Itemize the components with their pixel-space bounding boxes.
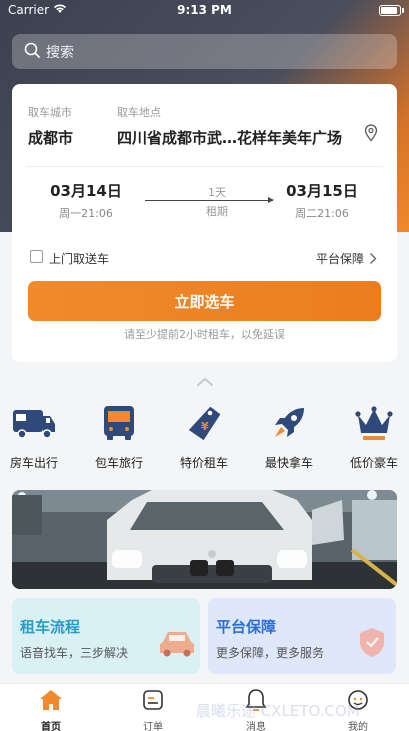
crown-icon — [339, 404, 409, 442]
battery-tip-icon — [402, 8, 404, 13]
door-delivery-checkbox[interactable] — [30, 250, 43, 263]
pickup-time: 周一21:06 — [59, 207, 113, 220]
pickup-city-value[interactable]: 成都市 — [28, 127, 73, 148]
clock: 9:13 PM — [177, 3, 232, 17]
pickup-location-label: 取车地点 — [117, 106, 161, 119]
rv-icon — [0, 404, 69, 442]
location-pin-icon[interactable] — [364, 124, 378, 146]
promo-platform-guarantee[interactable]: 平台保障 更多保障，更多服务 — [208, 598, 396, 674]
platform-guarantee-link[interactable]: 平台保障 — [316, 250, 364, 267]
home-icon — [21, 688, 81, 712]
rental-duration: 1天 — [208, 186, 226, 199]
watermark: 晨曦乐途·CXLETO.COM — [196, 702, 360, 720]
battery-icon — [379, 5, 401, 16]
chevron-right-icon[interactable] — [369, 250, 377, 269]
promo-subtitle: 语音找车，三步解决 — [20, 646, 129, 660]
status-bar: Carrier 9:13 PM — [0, 0, 409, 22]
promo-subtitle: 更多保障，更多服务 — [216, 646, 325, 660]
pickup-location-value[interactable]: 四川省成都市武…花样年美年广场 — [117, 127, 342, 148]
category-label: 房车出行 — [9, 456, 58, 470]
promo-rental-process[interactable]: 租车流程 语音找车，三步解决 — [12, 598, 200, 674]
shield-icon — [358, 626, 386, 662]
booking-tip: 请至少提前2小时租车，以免延误 — [124, 328, 285, 341]
door-delivery-label[interactable]: 上门取送车 — [49, 250, 109, 267]
booking-card: 取车城市 成都市 取车地点 四川省成都市武…花样年美年广场 03月14日 周一2… — [12, 84, 397, 362]
promo-title: 平台保障 — [216, 618, 277, 636]
car-banner-image[interactable] — [12, 490, 397, 589]
promo-title: 租车流程 — [20, 618, 81, 636]
tab-label: 首页 — [41, 722, 61, 731]
search-bar[interactable]: 搜索 — [12, 34, 397, 69]
bus-icon — [84, 404, 154, 442]
rocket-icon — [254, 404, 324, 442]
chevron-up-icon[interactable] — [196, 372, 214, 391]
discount-tag-icon: ¥ — [169, 404, 239, 442]
tab-label: 订单 — [143, 722, 163, 731]
return-time: 周二21:06 — [295, 207, 349, 220]
pickup-city-label: 取车城市 — [28, 106, 72, 119]
category-discount[interactable]: ¥ 特价租车 — [169, 404, 239, 471]
category-label: 特价租车 — [179, 456, 228, 470]
category-fastest[interactable]: 最快拿车 — [254, 404, 324, 471]
category-rv[interactable]: 房车出行 — [0, 404, 69, 471]
tab-orders[interactable]: 订单 — [123, 688, 183, 731]
category-label: 低价豪车 — [349, 456, 398, 470]
rental-duration-label: 租期 — [206, 205, 228, 218]
svg-text:¥: ¥ — [201, 420, 209, 433]
divider — [26, 166, 383, 167]
select-car-button[interactable]: 立即选车 — [28, 281, 381, 321]
order-icon — [123, 688, 183, 712]
category-luxury[interactable]: 低价豪车 — [339, 404, 409, 471]
search-placeholder: 搜索 — [46, 44, 74, 61]
category-label: 最快拿车 — [264, 456, 313, 470]
tab-home[interactable]: 首页 — [21, 688, 81, 731]
category-bus[interactable]: 包车旅行 — [84, 404, 154, 471]
category-row: 房车出行 包车旅行 ¥ 特价租车 最快拿车 低价豪车 — [0, 404, 409, 474]
category-label: 包车旅行 — [94, 456, 143, 470]
search-icon — [24, 42, 40, 62]
car-icon — [158, 628, 196, 662]
pickup-date[interactable]: 03月14日 — [41, 180, 131, 201]
arrow-right-icon — [145, 197, 274, 203]
return-date[interactable]: 03月15日 — [277, 180, 367, 201]
